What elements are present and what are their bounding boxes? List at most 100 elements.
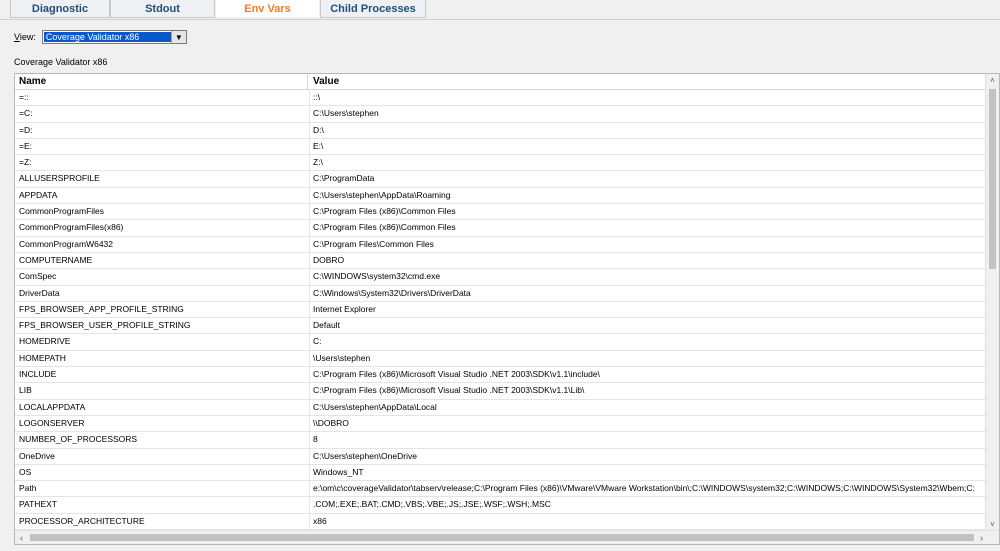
table-row[interactable]: OS Windows_NT: [15, 465, 987, 482]
cell-value: x86: [313, 515, 327, 526]
cell-value: C:\Program Files (x86)\Common Files: [313, 222, 456, 233]
cell-value: C:\Users\stephen: [313, 108, 379, 119]
cell-name: CommonProgramW6432: [19, 238, 114, 249]
table-row[interactable]: INCLUDE C:\Program Files (x86)\Microsoft …: [15, 367, 987, 384]
tab-bar: Diagnostic Stdout Env Vars Child Process…: [0, 0, 1000, 20]
cell-name: LOGONSERVER: [19, 417, 85, 428]
cell-value: C:: [313, 336, 322, 347]
cell-name: FPS_BROWSER_APP_PROFILE_STRING: [19, 303, 184, 314]
cell-name: OneDrive: [19, 450, 55, 461]
cell-value: C:\ProgramData: [313, 173, 375, 184]
table-row[interactable]: HOMEPATH \Users\stephen: [15, 351, 987, 368]
cell-name: HOMEPATH: [19, 352, 66, 363]
arrow-left-icon[interactable]: ‹: [15, 531, 28, 544]
cell-value: C:\Windows\System32\Drivers\DriverData: [313, 287, 471, 298]
cell-name: LOCALAPPDATA: [19, 401, 86, 412]
table-row[interactable]: ALLUSERSPROFILE C:\ProgramData: [15, 171, 987, 188]
table-row[interactable]: CommonProgramFiles C:\Program Files (x86)…: [15, 204, 987, 221]
cell-value: Z:\: [313, 157, 323, 168]
cell-value: C:\Program Files\Common Files: [313, 238, 434, 249]
table-row[interactable]: NUMBER_OF_PROCESSORS 8: [15, 432, 987, 449]
cell-value: Windows_NT: [313, 466, 364, 477]
table-row[interactable]: FPS_BROWSER_APP_PROFILE_STRING Internet E…: [15, 302, 987, 319]
tab-stdout[interactable]: Stdout: [110, 0, 215, 18]
cell-name: CommonProgramFiles: [19, 206, 105, 217]
cell-name: DriverData: [19, 287, 60, 298]
table-row[interactable]: APPDATA C:\Users\stephen\AppData\Roaming: [15, 188, 987, 205]
table-row[interactable]: =Z: Z:\: [15, 155, 987, 172]
table-row[interactable]: HOMEDRIVE C:: [15, 334, 987, 351]
view-select-value: Coverage Validator x86: [43, 32, 171, 42]
cell-value: C:\Users\stephen\AppData\Local: [313, 401, 437, 412]
cell-name: =::: [19, 92, 29, 102]
table-row[interactable]: =C: C:\Users\stephen: [15, 106, 987, 123]
table-header: Name Value: [15, 74, 987, 90]
cell-name: ALLUSERSPROFILE: [19, 173, 100, 184]
table-row[interactable]: LOGONSERVER \\DOBRO: [15, 416, 987, 433]
cell-value: C:\Program Files (x86)\Common Files: [313, 206, 456, 217]
table-row[interactable]: COMPUTERNAME DOBRO: [15, 253, 987, 270]
cell-name: =E:: [19, 140, 32, 151]
table-row[interactable]: ComSpec C:\WINDOWS\system32\cmd.exe: [15, 269, 987, 286]
cell-name: Path: [19, 483, 37, 494]
cell-value: D:\: [313, 124, 324, 135]
cell-name: PROCESSOR_ARCHITECTURE: [19, 515, 145, 526]
cell-value: Internet Explorer: [313, 303, 376, 314]
view-row: View: Coverage Validator x86 ▼: [14, 29, 187, 45]
table-row[interactable]: PATHEXT .COM;.EXE;.BAT;.CMD;.VBS;.VBE;.JS…: [15, 497, 987, 514]
cell-value: \Users\stephen: [313, 352, 371, 363]
table-row[interactable]: LOCALAPPDATA C:\Users\stephen\AppData\Loc…: [15, 400, 987, 416]
cell-value: C:\Users\stephen\AppData\Roaming: [313, 189, 451, 200]
cell-name: INCLUDE: [19, 369, 57, 380]
cell-name: FPS_BROWSER_USER_PROFILE_STRING: [19, 320, 191, 331]
horizontal-scroll-thumb[interactable]: [30, 534, 974, 541]
cell-value: Default: [313, 320, 340, 331]
column-header-name[interactable]: Name: [19, 74, 308, 89]
table-row[interactable]: CommonProgramW6432 C:\Program Files\Commo…: [15, 237, 987, 253]
cell-value: C:\Users\stephen\OneDrive: [313, 450, 417, 461]
column-header-value[interactable]: Value: [313, 74, 339, 89]
table-row[interactable]: =E: E:\: [15, 139, 987, 156]
cell-value: C:\Program Files (x86)\Microsoft Visual …: [313, 369, 600, 380]
view-select[interactable]: Coverage Validator x86 ▼: [41, 30, 187, 44]
cell-name: ComSpec: [19, 271, 57, 282]
table-row[interactable]: PROCESSOR_ARCHITECTURE x86: [15, 514, 987, 530]
process-subtitle: Coverage Validator x86: [14, 57, 108, 67]
cell-value: .COM;.EXE;.BAT;.CMD;.VBS;.VBE;.JS;.JSE;.…: [313, 499, 551, 510]
cell-name: CommonProgramFiles(x86): [19, 222, 124, 233]
chevron-down-icon[interactable]: ▼: [170, 31, 186, 43]
tab-diagnostic[interactable]: Diagnostic: [10, 0, 110, 18]
cell-name: OS: [19, 466, 32, 477]
vertical-scrollbar[interactable]: ˄ ˅: [985, 74, 999, 531]
view-label: View:: [14, 32, 36, 42]
table-row[interactable]: OneDrive C:\Users\stephen\OneDrive: [15, 449, 987, 465]
tab-env-vars[interactable]: Env Vars: [215, 0, 320, 18]
tab-child-processes[interactable]: Child Processes: [320, 0, 426, 18]
cell-name: =D:: [19, 124, 33, 135]
table-row[interactable]: LIB C:\Program Files (x86)\Microsoft Visu…: [15, 383, 987, 400]
cell-value: C:\Program Files (x86)\Microsoft Visual …: [313, 385, 585, 396]
cell-name: LIB: [19, 385, 32, 396]
cell-value: ::\: [313, 92, 321, 102]
table-row[interactable]: CommonProgramFiles(x86) C:\Program Files …: [15, 220, 987, 237]
arrow-up-icon[interactable]: ˄: [986, 74, 999, 87]
cell-value: DOBRO: [313, 254, 345, 265]
cell-name: COMPUTERNAME: [19, 254, 93, 265]
arrow-right-icon[interactable]: ›: [975, 531, 988, 544]
table-row[interactable]: =::::\: [15, 90, 987, 107]
cell-value: C:\WINDOWS\system32\cmd.exe: [313, 271, 441, 282]
vertical-scroll-thumb[interactable]: [989, 89, 996, 269]
cell-value: 8: [313, 434, 318, 445]
table-row[interactable]: DriverData C:\Windows\System32\Drivers\Dr…: [15, 286, 987, 302]
env-vars-table: Name Value =::::\ =C: C:\Users\stephen =D: D…: [14, 73, 1000, 545]
table-row[interactable]: =D: D:\: [15, 123, 987, 139]
table-row[interactable]: Path e:\om\c\coverageValidator\tabserv\re…: [15, 481, 987, 498]
cell-value: E:\: [313, 140, 324, 151]
cell-name: =Z:: [19, 157, 32, 168]
cell-name: PATHEXT: [19, 499, 57, 510]
cell-name: APPDATA: [19, 189, 58, 200]
cell-value: \\DOBRO: [313, 417, 349, 428]
table-body: =::::\ =C: C:\Users\stephen =D: D:\ =E: E:\ =Z:…: [15, 90, 987, 530]
table-row[interactable]: FPS_BROWSER_USER_PROFILE_STRING Default: [15, 318, 987, 335]
horizontal-scrollbar[interactable]: ‹ ›: [15, 530, 999, 544]
